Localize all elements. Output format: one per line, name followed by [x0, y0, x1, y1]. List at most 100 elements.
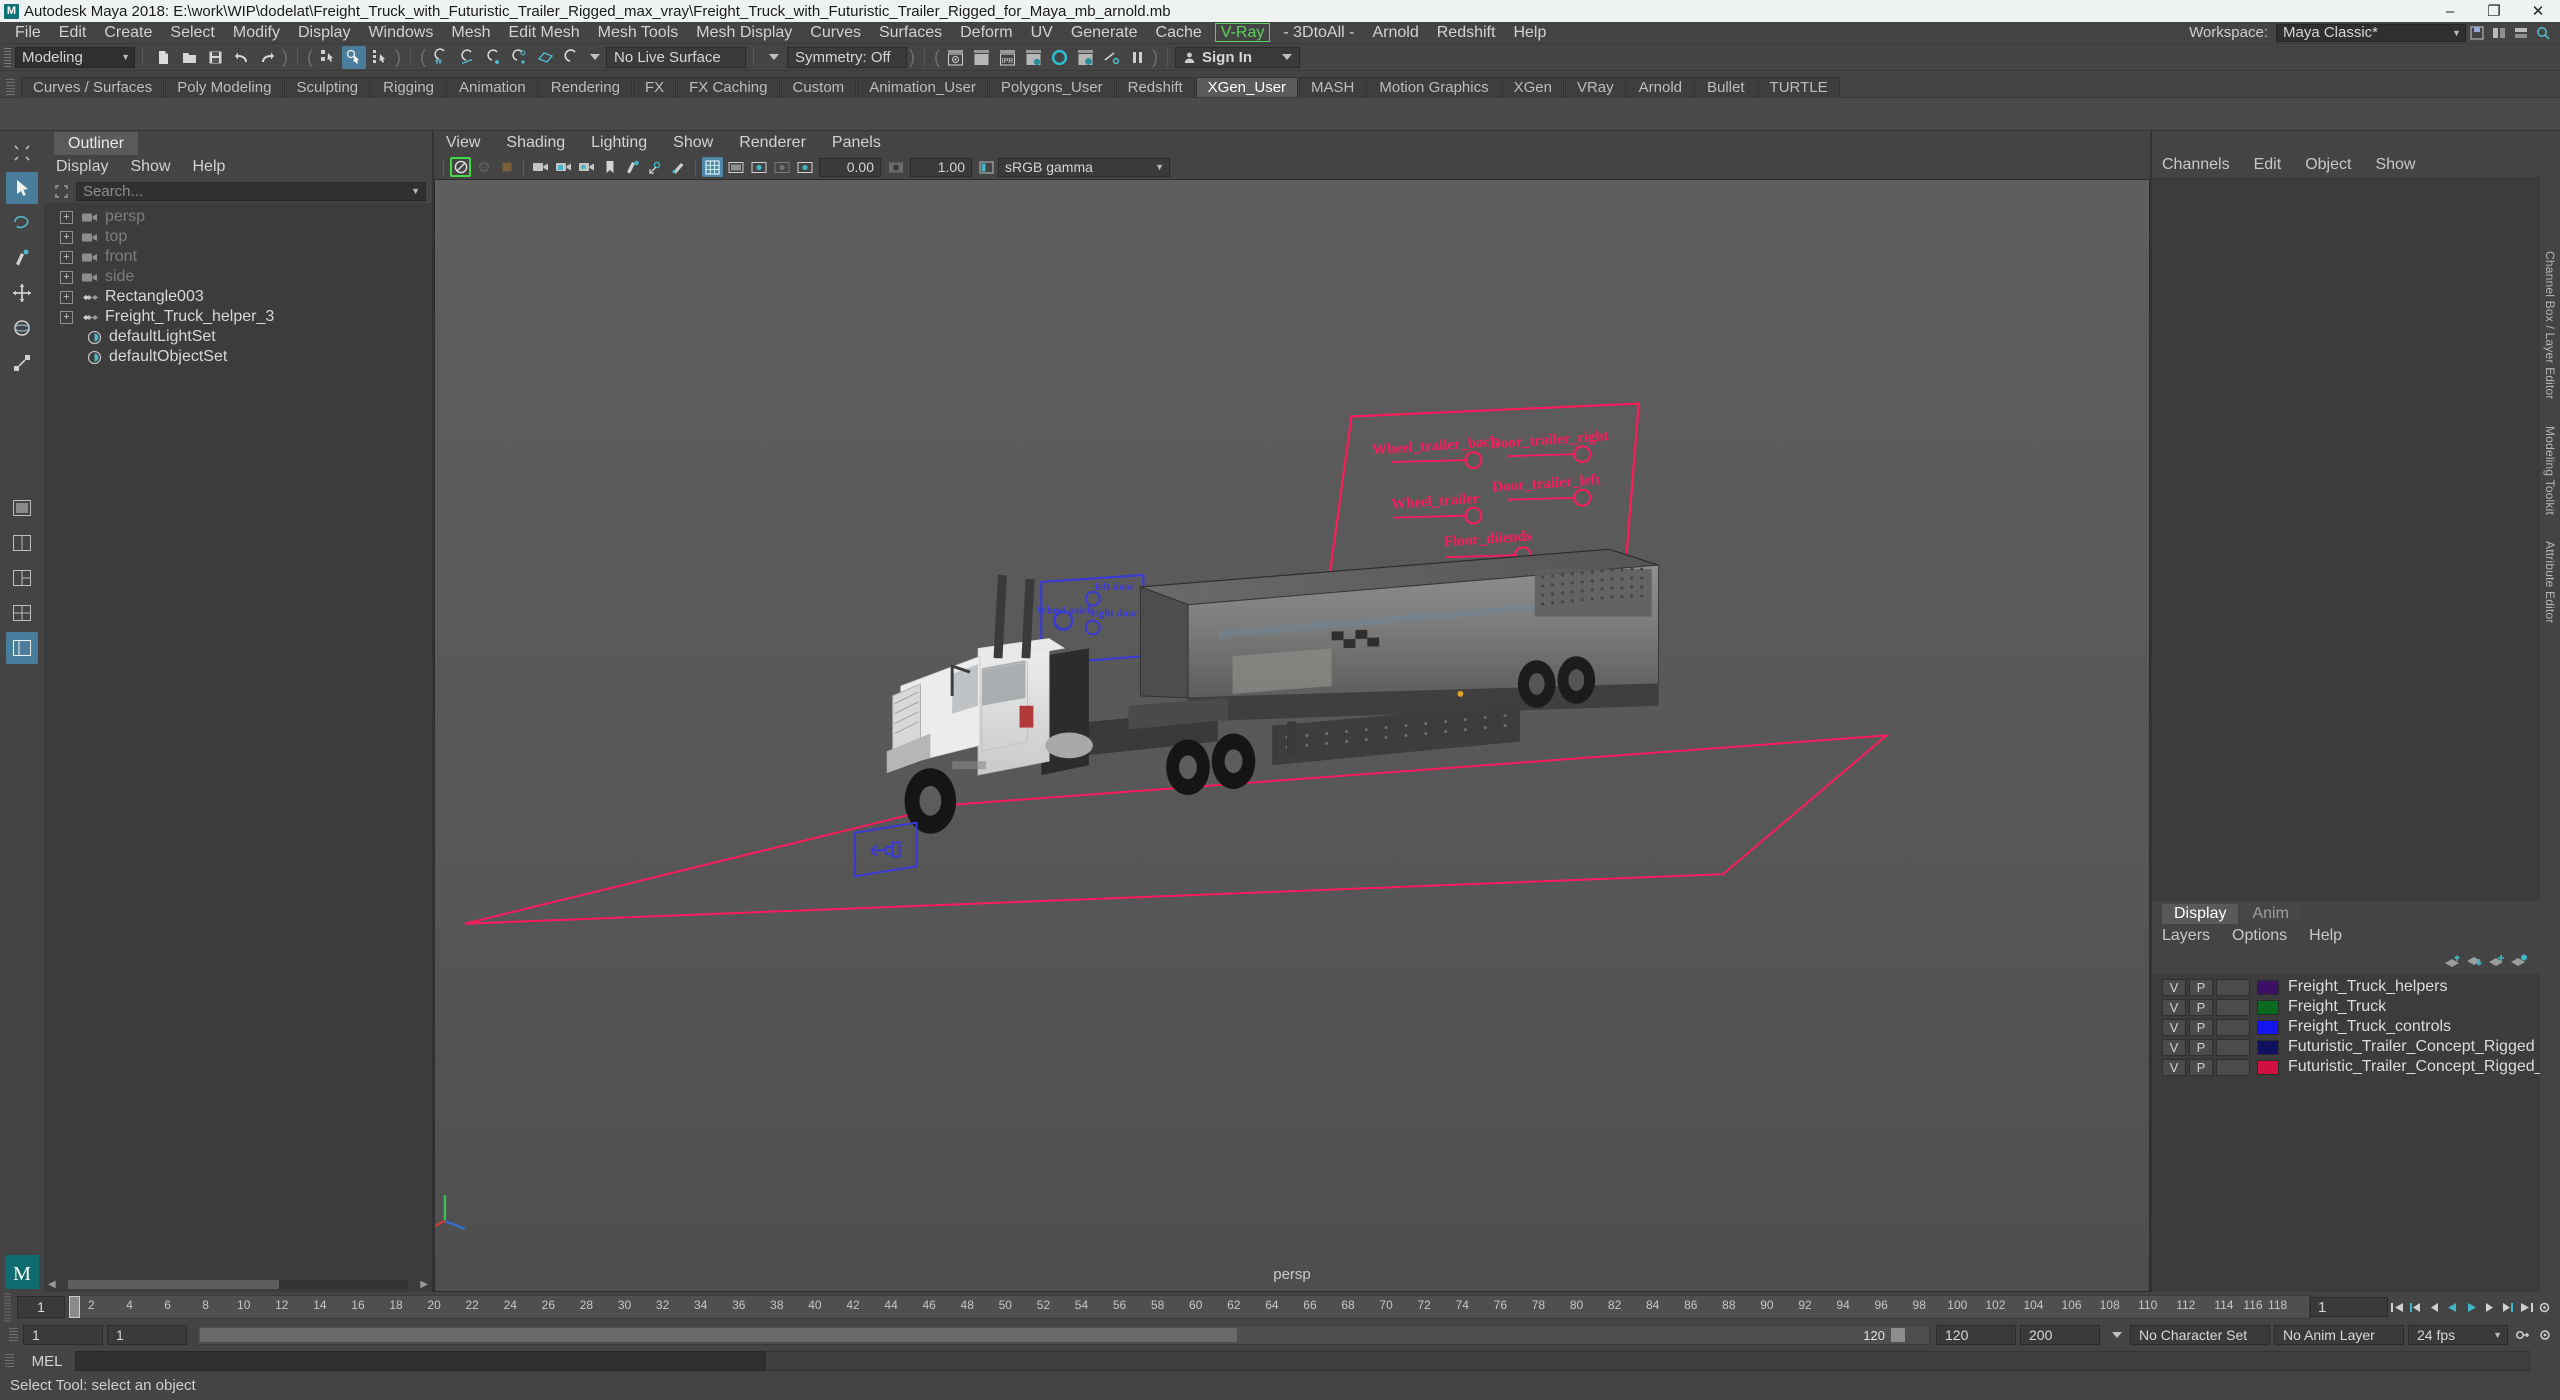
viewport-menu-lighting[interactable]: Lighting — [591, 134, 647, 152]
shelf-tab-animation-user[interactable]: Animation_User — [857, 77, 988, 97]
snap-view-plane-button[interactable] — [533, 46, 557, 69]
layer-playback-toggle[interactable]: P — [2189, 1018, 2213, 1036]
select-component-button[interactable] — [368, 46, 392, 69]
menu-edit[interactable]: Edit — [50, 22, 96, 44]
render-settings-button[interactable] — [1021, 46, 1045, 69]
render-view-button[interactable] — [943, 46, 967, 69]
anim-layer-field[interactable]: No Anim Layer — [2274, 1325, 2404, 1345]
go-to-start-icon[interactable] — [2389, 1297, 2405, 1317]
toolbar-grip[interactable] — [4, 47, 11, 67]
time-ruler[interactable]: 2 4 6 8 10 12 14 16 18 20 22 24 26 28 30… — [68, 1295, 2310, 1319]
layer-menu-help[interactable]: Help — [2309, 927, 2342, 945]
outliner-search-input[interactable]: Search... ▼ — [76, 181, 426, 201]
outliner-item-freight-truck-helper-3[interactable]: + Freight_Truck_helper_3 — [44, 307, 432, 327]
bookmark-icon[interactable] — [496, 157, 517, 177]
film-gate-icon[interactable] — [725, 157, 746, 177]
toggle-isolate-button[interactable] — [1099, 46, 1123, 69]
camera-settings-icon[interactable] — [576, 157, 597, 177]
layer-visibility-toggle[interactable]: V — [2162, 1058, 2186, 1076]
open-scene-button[interactable] — [177, 46, 201, 69]
range-start-field[interactable]: 1 — [23, 1325, 103, 1345]
step-forward-frame-icon[interactable] — [2481, 1297, 2497, 1317]
render-setup-button[interactable] — [1073, 46, 1097, 69]
grid-toggle-icon[interactable] — [702, 157, 723, 177]
time-slider-grip[interactable] — [0, 1292, 14, 1322]
color-management-select[interactable]: sRGB gamma ▼ — [998, 157, 1170, 177]
shelf-tab-vray[interactable]: VRay — [1564, 77, 1626, 97]
time-cursor[interactable] — [69, 1296, 80, 1318]
save-scene-button[interactable] — [203, 46, 227, 69]
viewport-menu-renderer[interactable]: Renderer — [739, 134, 806, 152]
shelf-tab-curves-surfaces[interactable]: Curves / Surfaces — [21, 77, 165, 97]
scroll-thumb[interactable] — [67, 1279, 279, 1289]
play-backwards-icon[interactable] — [2445, 1297, 2461, 1317]
viewport-menu-panels[interactable]: Panels — [832, 134, 881, 152]
select-camera-icon[interactable] — [450, 157, 471, 177]
manipulator-icon[interactable] — [645, 157, 666, 177]
layer-menu-options[interactable]: Options — [2232, 927, 2287, 945]
command-language-label[interactable]: MEL — [19, 1353, 75, 1370]
scene-render[interactable]: Wheel_trailer_back Door_trailer_right Wh… — [435, 180, 2149, 1291]
layer-playback-toggle[interactable]: P — [2189, 998, 2213, 1016]
expand-icon[interactable]: + — [60, 270, 73, 284]
chevron-down-icon[interactable] — [769, 54, 779, 60]
channelbox-menu-show[interactable]: Show — [2375, 156, 2415, 174]
shelf-tab-turtle[interactable]: TURTLE — [1757, 77, 1840, 97]
move-layer-down-icon[interactable] — [2465, 951, 2485, 971]
shelf-grip[interactable] — [6, 79, 15, 95]
menu-select[interactable]: Select — [161, 22, 223, 44]
layer-color-swatch[interactable] — [2257, 1039, 2279, 1055]
menu-arnold[interactable]: Arnold — [1363, 22, 1427, 44]
tool-layout-two-icon[interactable] — [6, 527, 38, 559]
layer-playback-toggle[interactable]: P — [2189, 1038, 2213, 1056]
step-back-frame-icon[interactable] — [2426, 1297, 2442, 1317]
layer-playback-toggle[interactable]: P — [2189, 978, 2213, 996]
move-layer-up-icon[interactable] — [2443, 951, 2463, 971]
workspace-layout-icon[interactable] — [2489, 23, 2509, 43]
animation-preferences-icon[interactable] — [2537, 1297, 2553, 1317]
viewport-menu-view[interactable]: View — [446, 134, 480, 152]
channelbox-menu-object[interactable]: Object — [2305, 156, 2351, 174]
tool-scale-icon[interactable] — [6, 347, 38, 379]
menu-help[interactable]: Help — [1504, 22, 1555, 44]
shelf-tab-poly-modeling[interactable]: Poly Modeling — [165, 77, 284, 97]
menu-mesh-tools[interactable]: Mesh Tools — [589, 22, 688, 44]
menu-modify[interactable]: Modify — [224, 22, 289, 44]
snap-projected-button[interactable] — [507, 46, 531, 69]
range-slider[interactable]: 120 — [197, 1325, 1930, 1345]
render-current-frame-button[interactable] — [969, 46, 993, 69]
snap-point-button[interactable] — [481, 46, 505, 69]
layer-visibility-toggle[interactable]: V — [2162, 1038, 2186, 1056]
truck-root-controller[interactable] — [854, 821, 918, 878]
tool-layout-outliner-persp-icon[interactable] — [6, 632, 38, 664]
outliner-item-top[interactable]: + top — [44, 227, 432, 247]
layer-state-cell[interactable] — [2216, 978, 2250, 996]
tool-layout-single-icon[interactable] — [6, 492, 38, 524]
workspace-save-icon[interactable] — [2467, 23, 2487, 43]
animation-preferences-gear-icon[interactable] — [2535, 1325, 2555, 1345]
layer-color-swatch[interactable] — [2257, 979, 2279, 995]
current-frame-field[interactable]: 1 — [17, 1296, 65, 1318]
menu-mesh-display[interactable]: Mesh Display — [687, 22, 801, 44]
vtab-attribute-editor[interactable]: Attribute Editor — [2543, 541, 2557, 624]
playback-start-field[interactable]: 120 — [1936, 1325, 2016, 1345]
undo-button[interactable] — [229, 46, 253, 69]
shelf-tab-xgen-user[interactable]: XGen_User — [1195, 77, 1299, 97]
channelbox-menu-edit[interactable]: Edit — [2254, 156, 2282, 174]
outliner-item-defaultlightset[interactable]: defaultLightSet — [44, 327, 432, 347]
outliner-menu-help[interactable]: Help — [193, 158, 226, 176]
gamma-field[interactable]: 1.00 — [910, 157, 972, 177]
bookmark-flag-icon[interactable] — [599, 157, 620, 177]
image-plane-icon[interactable] — [622, 157, 643, 177]
menu-deform[interactable]: Deform — [951, 22, 1021, 44]
maximize-button[interactable]: ❐ — [2472, 0, 2516, 22]
expand-icon[interactable]: + — [60, 310, 73, 324]
outliner-tree[interactable]: + persp + top + front + side + Rectangle… — [44, 203, 432, 1276]
lock-camera-icon[interactable] — [473, 157, 494, 177]
shelf-tab-sculpting[interactable]: Sculpting — [284, 77, 371, 97]
shelf-tab-xgen[interactable]: XGen — [1501, 77, 1564, 97]
expand-icon[interactable]: + — [60, 210, 73, 224]
shelf-tab-arnold[interactable]: Arnold — [1626, 77, 1694, 97]
signin-button[interactable]: Sign In — [1175, 46, 1300, 68]
menuset-select[interactable]: Modeling ▼ — [15, 46, 135, 68]
